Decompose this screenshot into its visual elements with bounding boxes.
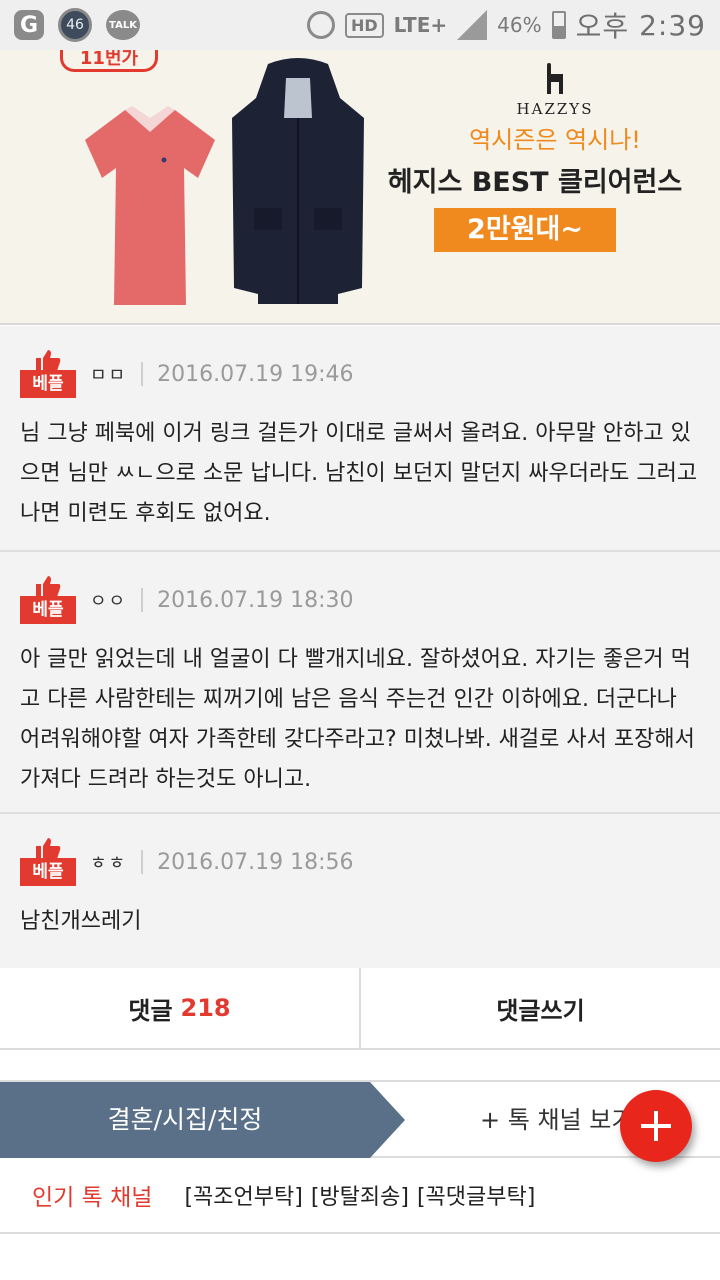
comment-date: 2016.07.19 18:30 [157, 587, 354, 613]
polo-shirt-image [85, 106, 215, 305]
current-channel-label: 결혼/시집/친정 [107, 1105, 263, 1134]
compose-fab-button[interactable] [620, 1090, 692, 1162]
current-channel-tab[interactable]: 결혼/시집/친정 [0, 1082, 405, 1158]
more-channels-link[interactable]: + 톡 채널 보기 [480, 1082, 633, 1158]
popular-channels-label: 인기 톡 채널 [32, 1185, 153, 1211]
popular-tag[interactable]: [방탈죄송] [311, 1179, 409, 1211]
comment-date: 2016.07.19 19:46 [157, 361, 354, 387]
best-label: 베플 [20, 596, 76, 624]
popular-tag[interactable]: [꼭댓글부탁] [417, 1179, 535, 1211]
comment-item: 베플 ㅁㅁ 2016.07.19 19:46 님 그냥 페북에 이거 링크 걸든… [0, 326, 720, 552]
ad-title: 헤지스 BEST 클리어런스 [387, 167, 683, 198]
best-comment-badge: 베플 [20, 836, 76, 888]
best-comment-badge: 베플 [20, 348, 76, 400]
notification-badge: 46 [58, 8, 92, 42]
comment-actions-bar: 댓글 218 댓글쓰기 [0, 968, 720, 1050]
comment-text: 남친개쓰레기 [20, 909, 142, 934]
thumbs-up-icon [36, 576, 61, 598]
hazzys-dog-icon [547, 63, 563, 94]
plus-icon [641, 1111, 671, 1141]
status-bar: G 46 TALK HD LTE+ 46% 오후 2:39 [0, 0, 720, 50]
status-ampm: 오후 [575, 10, 630, 43]
thumbs-up-icon [36, 350, 61, 372]
comment-text: 님 그냥 페북에 이거 링크 걸든가 이대로 글써서 올려요. 아무말 안하고 … [20, 421, 698, 526]
comment-item: 베플 ㅎㅎ 2016.07.19 18:56 남친개쓰레기 [0, 814, 720, 970]
best-label: 베플 [20, 858, 76, 886]
popular-tag[interactable]: [꼭조언부탁] [184, 1179, 302, 1211]
ad-corner-tag: 11번가 [60, 50, 158, 72]
brand-name: HAZZYS [516, 100, 594, 118]
popular-channels: 인기 톡 채널 [꼭조언부탁] [방탈죄송] [꼭댓글부탁] [0, 1158, 720, 1234]
comment-item: 베플 ㅇㅇ 2016.07.19 18:30 아 글만 읽었는데 내 얼굴이 다… [0, 552, 720, 814]
best-comment-badge: 베플 [20, 574, 76, 626]
battery-percent: 46% [497, 13, 542, 37]
comment-user[interactable]: ㅎㅎ [90, 849, 127, 875]
section-gap [0, 1050, 720, 1082]
network-type: LTE+ [393, 13, 448, 37]
write-comment-button[interactable]: 댓글쓰기 [359, 968, 720, 1048]
app-g-icon: G [14, 10, 44, 40]
thumbs-up-icon [36, 838, 61, 860]
alarm-icon [306, 11, 335, 39]
comment-user[interactable]: ㅇㅇ [90, 587, 127, 613]
view-comments-button[interactable]: 댓글 218 [0, 968, 359, 1048]
ad-slogan: 역시즌은 역시나! [469, 126, 641, 154]
divider [141, 362, 144, 386]
ad-banner[interactable]: 11번가 HAZZYS 역시즌은 역시나! 헤지스 BEST 클리어런스 2만원… [0, 50, 720, 325]
status-time: 2:39 [639, 8, 706, 42]
comment-text: 아 글만 읽었는데 내 얼굴이 다 빨개지네요. 잘하셨어요. 자기는 좋은거 … [20, 647, 695, 792]
best-label: 베플 [20, 370, 76, 398]
jacket-image [232, 58, 364, 304]
best-comments-list: 베플 ㅁㅁ 2016.07.19 19:46 님 그냥 페북에 이거 링크 걸든… [0, 326, 720, 970]
comment-date: 2016.07.19 18:56 [157, 849, 354, 875]
comments-count: 218 [180, 994, 231, 1022]
signal-icon [457, 10, 488, 40]
talk-icon: TALK [106, 10, 140, 40]
divider [141, 850, 144, 874]
hd-voice-icon: HD [344, 12, 384, 38]
divider [141, 588, 144, 612]
brand-logo: HAZZYS [430, 62, 680, 118]
channel-bar: 결혼/시집/친정 + 톡 채널 보기 [0, 1082, 720, 1158]
comment-user[interactable]: ㅁㅁ [90, 361, 127, 387]
comments-label: 댓글 [128, 996, 173, 1025]
battery-icon [551, 11, 566, 39]
ad-cta-button[interactable]: 2만원대~ [434, 208, 616, 252]
